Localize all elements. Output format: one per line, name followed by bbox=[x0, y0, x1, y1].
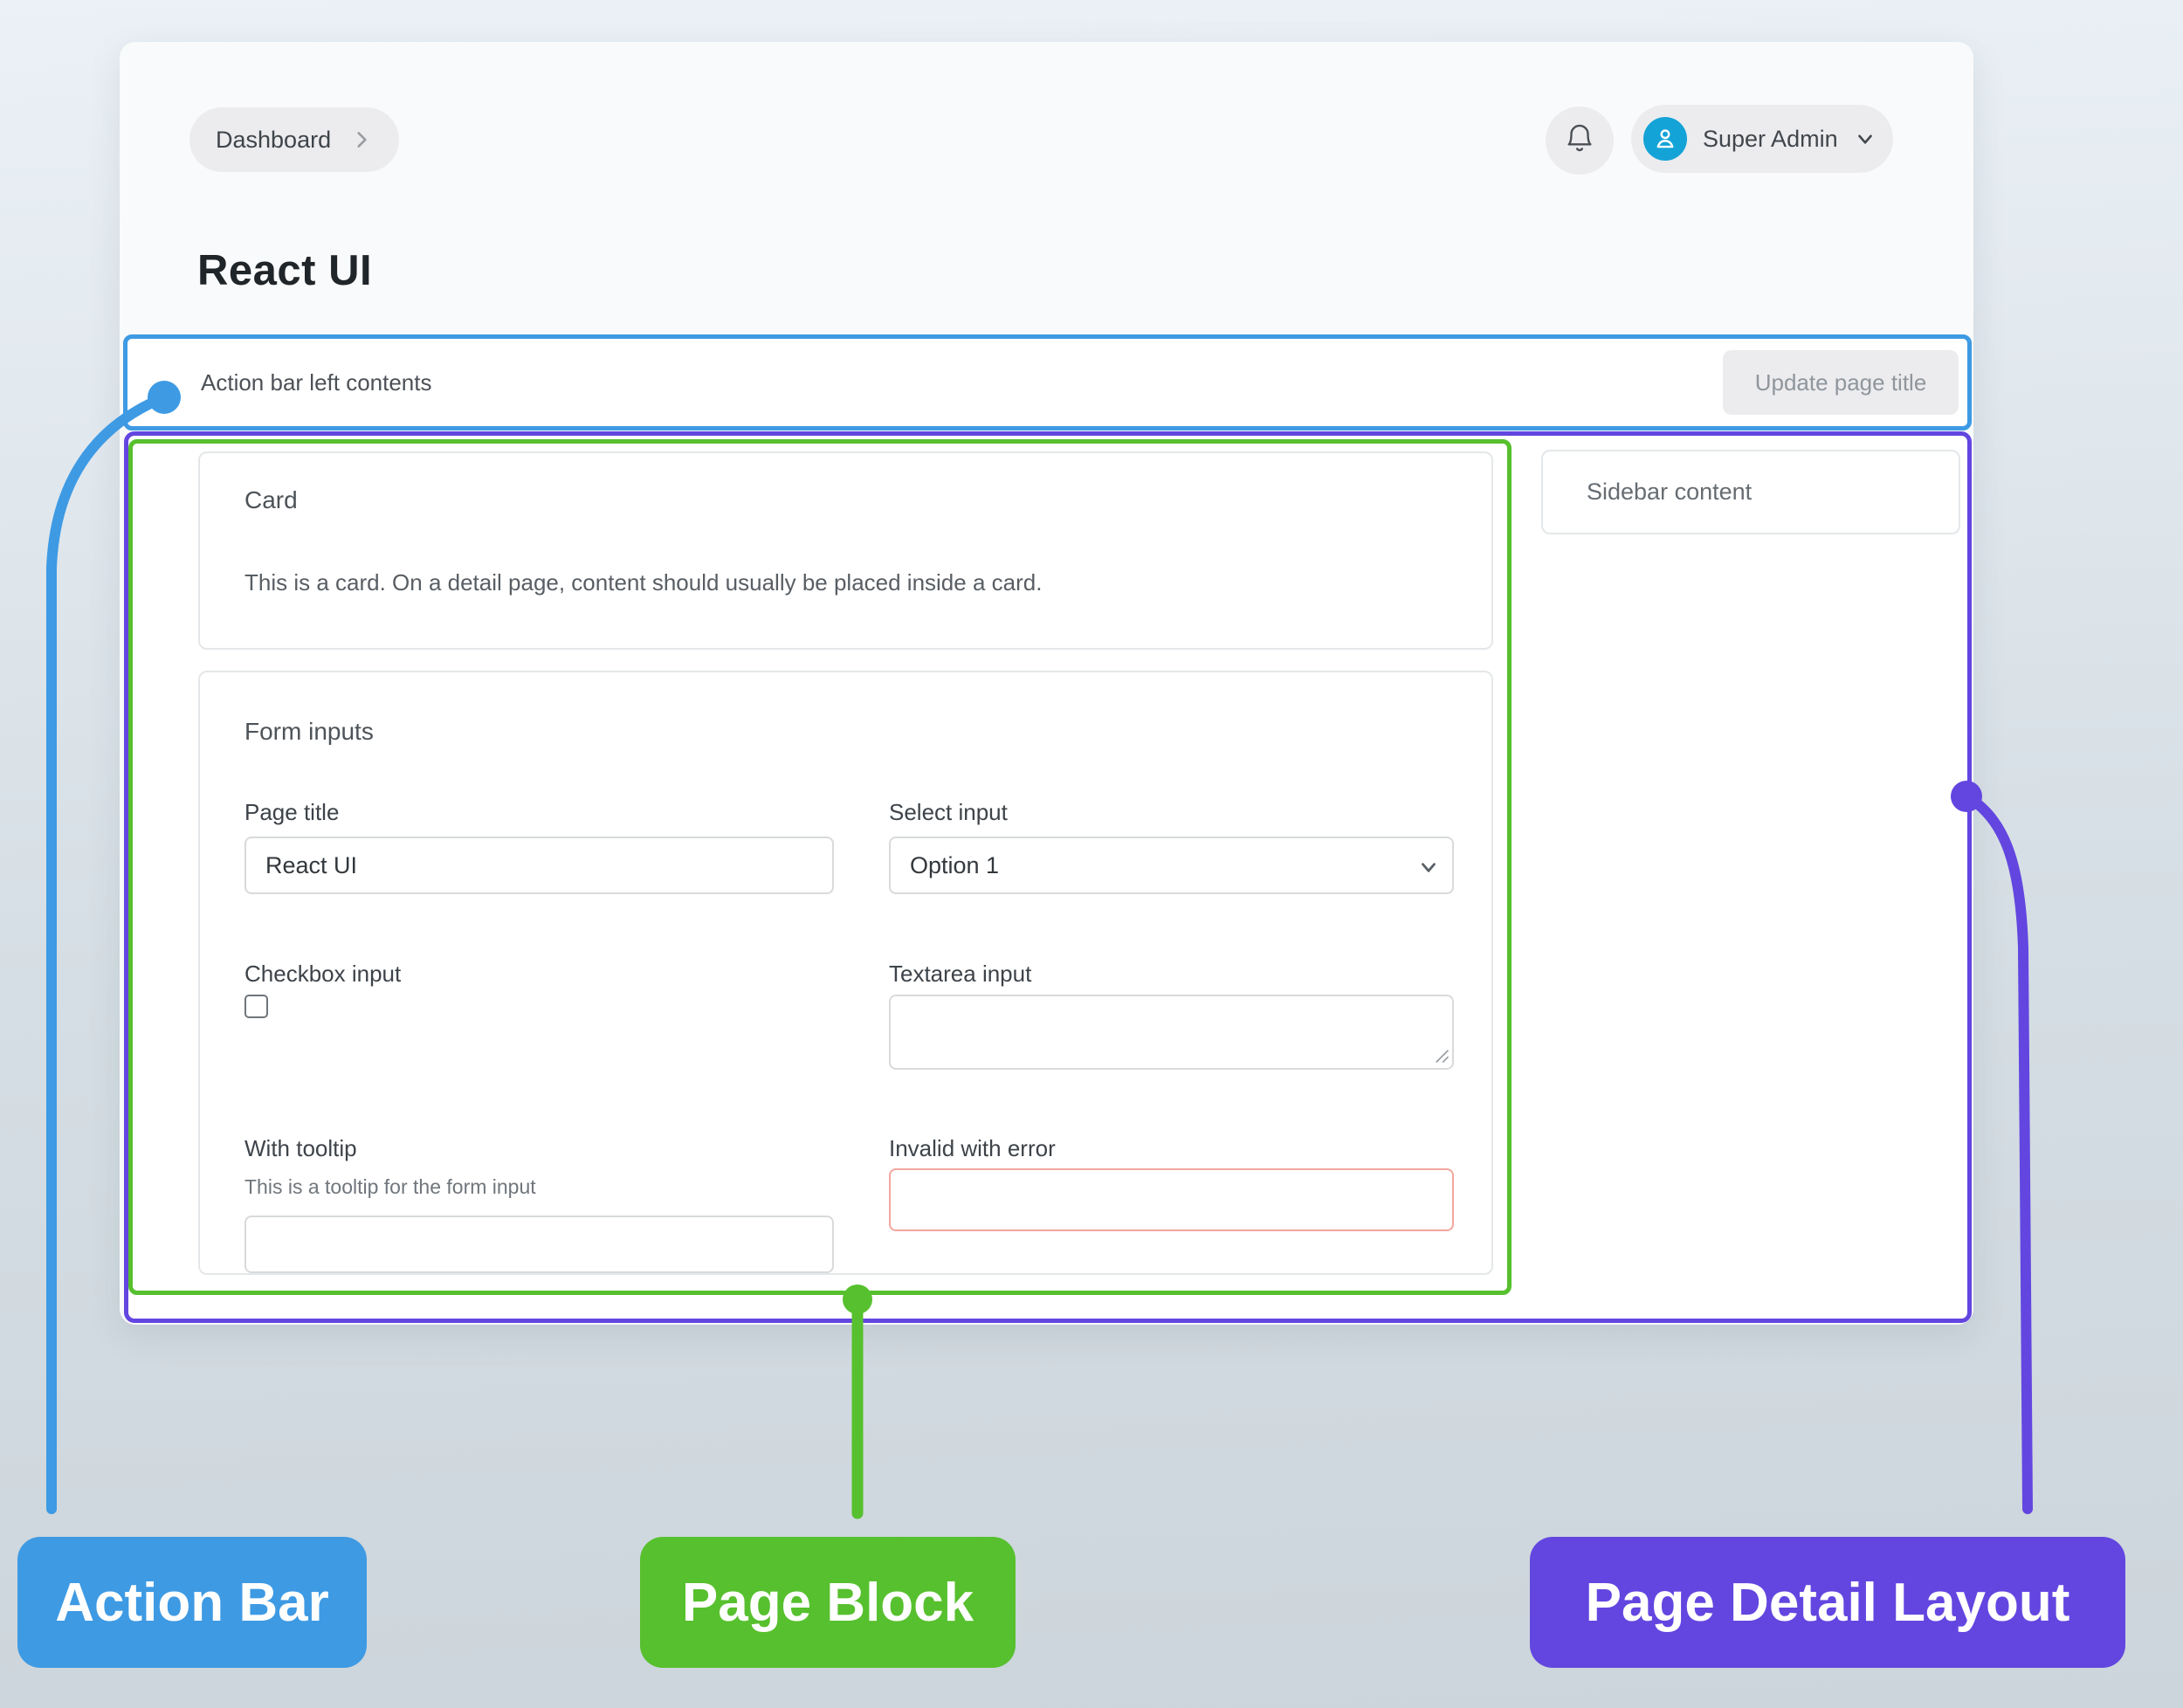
error-field-label: Invalid with error bbox=[889, 1135, 1056, 1162]
bell-icon bbox=[1563, 122, 1596, 160]
tooltip-field-input[interactable] bbox=[244, 1216, 834, 1273]
tooltip-text: This is a tooltip for the form input bbox=[244, 1175, 536, 1199]
breadcrumb[interactable]: Dashboard bbox=[189, 107, 399, 172]
breadcrumb-item-dashboard[interactable]: Dashboard bbox=[216, 127, 331, 154]
action-bar: Action bar left contents Update page tit… bbox=[123, 334, 1972, 430]
chevron-right-icon bbox=[350, 128, 373, 151]
form-card-title: Form inputs bbox=[244, 718, 374, 746]
textarea-field-label: Textarea input bbox=[889, 961, 1031, 988]
update-page-title-button[interactable]: Update page title bbox=[1723, 350, 1959, 415]
card-title: Card bbox=[244, 486, 298, 514]
user-name: Super Admin bbox=[1703, 126, 1838, 153]
sidebar-content-text: Sidebar content bbox=[1587, 479, 1752, 506]
action-bar-left-contents: Action bar left contents bbox=[201, 369, 431, 396]
select-field-label: Select input bbox=[889, 799, 1008, 826]
textarea-input[interactable] bbox=[889, 995, 1454, 1070]
page-detail-layout-annotation-label: Page Detail Layout bbox=[1530, 1537, 2125, 1668]
checkbox-input[interactable] bbox=[244, 995, 268, 1018]
content-card: Card This is a card. On a detail page, c… bbox=[198, 451, 1493, 650]
checkbox-field-label: Checkbox input bbox=[244, 961, 401, 988]
avatar bbox=[1643, 117, 1687, 161]
page-title-input[interactable] bbox=[244, 837, 834, 894]
user-menu[interactable]: Super Admin bbox=[1631, 105, 1893, 173]
invalid-input[interactable] bbox=[889, 1168, 1454, 1231]
form-inputs-card: Form inputs Page title Select input Opti… bbox=[198, 671, 1493, 1275]
select-input[interactable]: Option 1 bbox=[889, 837, 1454, 894]
action-bar-annotation-label: Action Bar bbox=[17, 1537, 367, 1668]
annotated-screenshot: Dashboard Super Admin React UI Action ba… bbox=[0, 0, 2183, 1708]
sidebar-card: Sidebar content bbox=[1541, 450, 1960, 534]
tooltip-field-label: With tooltip bbox=[244, 1135, 357, 1162]
page-detail-layout-connector-line bbox=[1966, 796, 2028, 1509]
chevron-down-icon bbox=[1854, 127, 1877, 150]
page-title-field-label: Page title bbox=[244, 799, 339, 826]
notifications-button[interactable] bbox=[1546, 107, 1614, 175]
card-body-text: This is a card. On a detail page, conten… bbox=[244, 569, 1042, 596]
page-block-annotation-label: Page Block bbox=[640, 1537, 1016, 1668]
person-icon bbox=[1650, 124, 1680, 154]
page-title: React UI bbox=[197, 246, 372, 295]
